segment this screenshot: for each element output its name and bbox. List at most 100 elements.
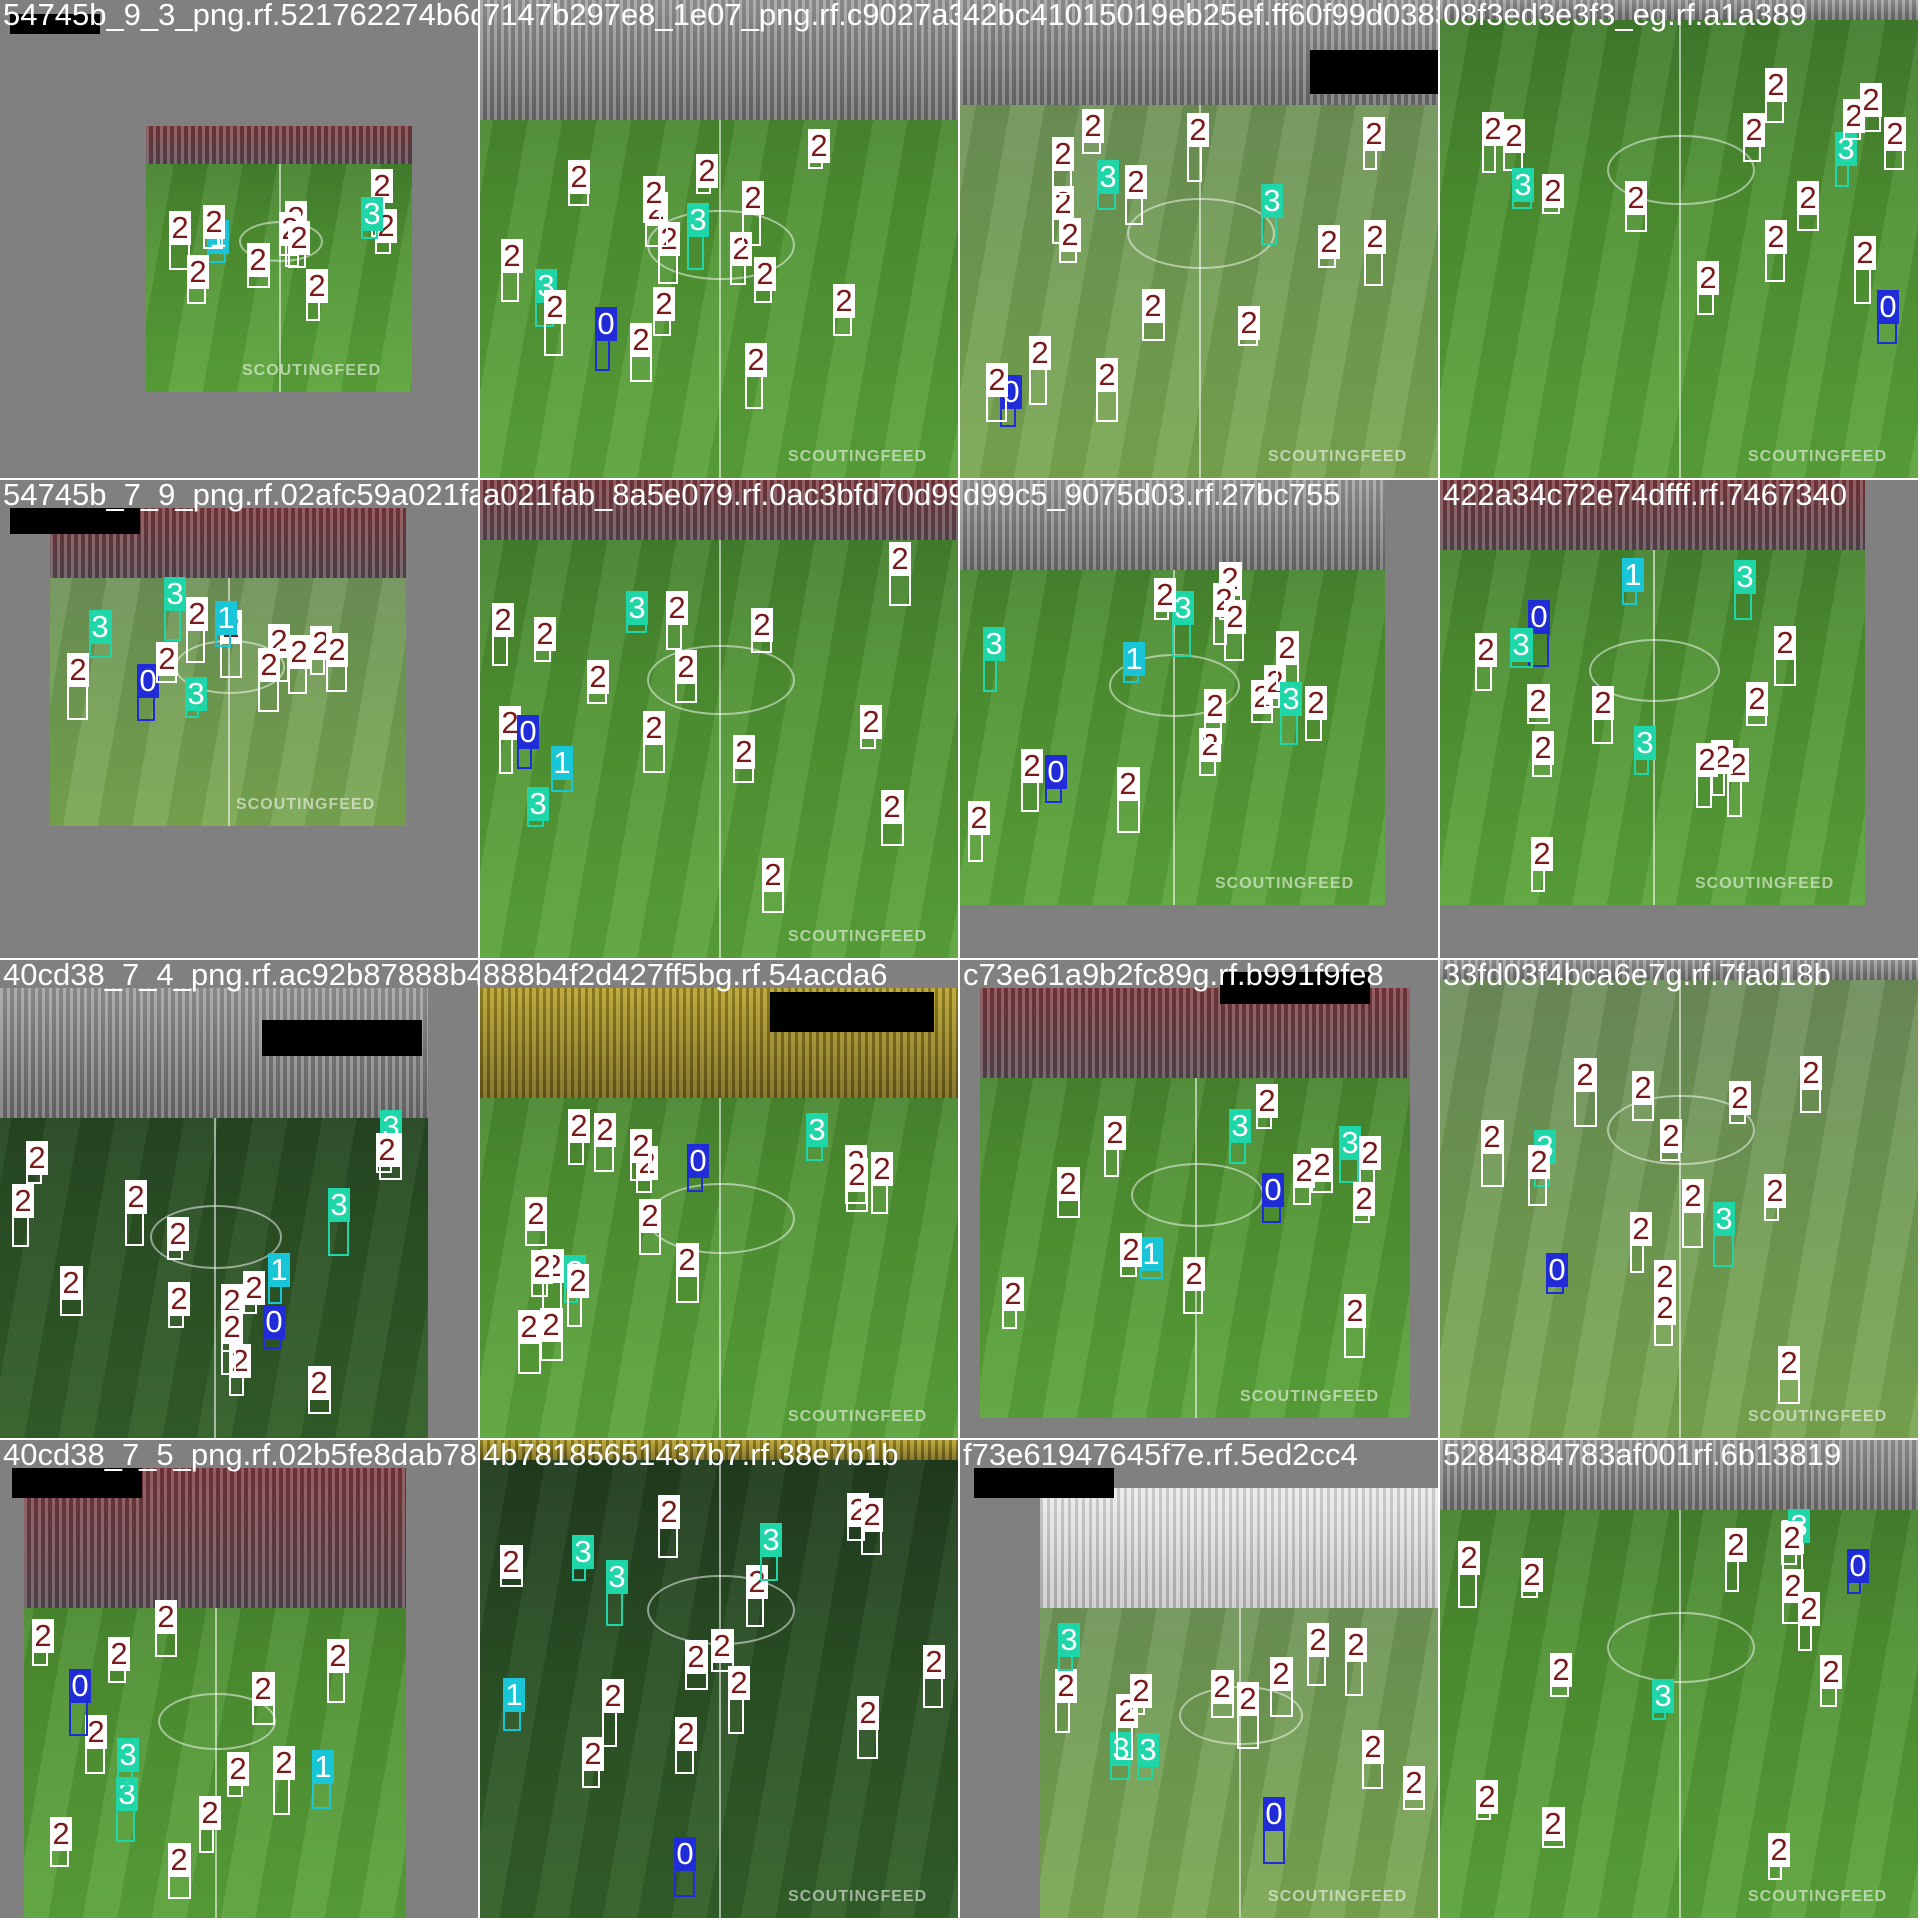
class-label: 2	[60, 1266, 82, 1300]
detection-box-class-2: 2	[968, 801, 990, 862]
class-label: 2	[685, 1640, 707, 1674]
detection-box-class-1: 1	[215, 601, 237, 647]
detection-box-class-0: 0	[517, 715, 539, 769]
detection-box-class-3: 3	[116, 1777, 138, 1842]
watermark: SCOUTINGFEED	[788, 1408, 928, 1425]
class-label: 2	[1527, 684, 1549, 718]
class-label: 3	[1339, 1126, 1361, 1160]
watermark: SCOUTINGFEED	[1268, 1888, 1408, 1905]
class-label: 2	[1528, 1145, 1550, 1179]
detection-box-class-3: 3	[89, 610, 112, 658]
detection-box-class-2: 2	[1305, 686, 1327, 741]
detection-box-class-2: 2	[1104, 1116, 1126, 1177]
detection-box-class-2: 2	[567, 1264, 589, 1327]
class-label: 2	[1781, 1521, 1803, 1555]
class-label: 2	[1765, 220, 1787, 254]
detection-box-class-2: 2	[288, 635, 310, 694]
class-label: 2	[1238, 306, 1260, 340]
detection-box-class-2: 2	[871, 1152, 893, 1214]
class-label: 2	[1774, 626, 1796, 660]
detection-box-class-0: 0	[263, 1305, 285, 1349]
halfway-line	[1239, 1608, 1241, 1918]
detection-box-class-2: 2	[1055, 1669, 1077, 1733]
class-label: 3	[1734, 560, 1756, 594]
detection-box-class-2: 2	[1746, 682, 1768, 726]
detection-box-class-2: 2	[531, 1250, 553, 1297]
detection-box-class-2: 2	[252, 1672, 275, 1725]
detection-box-class-2: 2	[676, 1243, 699, 1303]
class-label: 3	[328, 1188, 350, 1222]
class-label: 2	[630, 1129, 652, 1163]
watermark: SCOUTINGFEED	[1240, 1388, 1380, 1405]
watermark: SCOUTINGFEED	[788, 448, 928, 465]
detection-box-class-2: 2	[50, 1817, 72, 1867]
detection-box-class-2: 2	[587, 660, 609, 704]
image-tile: SCOUTINGFEED3222202223222222227147b297e8…	[480, 0, 958, 478]
class-label: 2	[1542, 1807, 1564, 1841]
class-label: 3	[572, 1535, 594, 1569]
detection-box-class-2: 2	[1482, 112, 1504, 173]
class-label: 2	[534, 617, 556, 651]
class-label: 2	[26, 1141, 48, 1175]
tile-filename: a021fab_8a5e079.rf.0ac3bfd70d99c5_9	[483, 480, 958, 512]
class-label: 2	[1654, 1291, 1676, 1325]
detection-box-class-2: 2	[1503, 119, 1525, 171]
class-label: 2	[327, 1639, 349, 1673]
class-label: 2	[247, 243, 269, 277]
detection-box-class-2: 2	[696, 154, 718, 194]
detection-box-class-2: 2	[1363, 117, 1385, 170]
stadium-crowd	[146, 126, 412, 164]
detection-box-class-3: 3	[1280, 682, 1302, 745]
watermark: SCOUTINGFEED	[242, 362, 382, 379]
class-label: 2	[1654, 1260, 1676, 1294]
detection-box-class-3: 3	[606, 1560, 628, 1626]
tile-filename: 888b4f2d427ff5bg.rf.54acda6	[483, 960, 888, 992]
class-label: 2	[1117, 767, 1139, 801]
class-label: 2	[871, 1152, 893, 1186]
detection-box-class-2: 2	[1059, 218, 1081, 263]
detection-box-class-3: 3	[1058, 1623, 1080, 1671]
class-label: 2	[1729, 1081, 1751, 1115]
class-label: 2	[1204, 689, 1226, 723]
class-label: 2	[125, 1180, 147, 1214]
tile-filename: f73e61947645f7e.rf.5ed2cc4	[963, 1440, 1358, 1472]
class-label: 2	[751, 608, 773, 642]
class-label: 1	[1140, 1237, 1162, 1271]
image-tile: SCOUTINGFEED3222222322202225284384783af0…	[1440, 1440, 1918, 1918]
tile-filename: d99c5_9075d03.rf.27bc755	[963, 480, 1341, 512]
class-label: 2	[833, 284, 855, 318]
class-label: 3	[164, 577, 186, 611]
detection-box-class-2: 2	[1660, 1119, 1682, 1161]
class-label: 2	[1345, 1628, 1367, 1662]
class-label: 2	[1481, 1120, 1503, 1154]
class-label: 2	[666, 591, 688, 625]
detection-box-class-2: 2	[1521, 1558, 1543, 1598]
detection-box-class-2: 2	[762, 858, 784, 913]
detection-box-class-3: 3	[1229, 1109, 1251, 1164]
detection-box-class-2: 2	[1238, 306, 1260, 346]
detection-box-class-2: 2	[1353, 1182, 1375, 1223]
class-label: 0	[263, 1305, 285, 1339]
detection-box-class-2: 2	[1270, 1657, 1293, 1717]
detection-box-class-2: 2	[1625, 181, 1647, 232]
class-label: 2	[733, 735, 755, 769]
halfway-line	[1679, 1510, 1681, 1918]
class-label: 2	[1697, 261, 1719, 295]
class-label: 2	[288, 221, 310, 255]
class-label: 2	[643, 176, 665, 210]
image-tile: SCOUTINGFEED322222232222022222888b4f2d42…	[480, 960, 958, 1438]
tile-filename: 54745b_9_3_png.rf.521762274b6d9e8d40007e…	[3, 0, 478, 32]
detection-box-class-2: 2	[1052, 137, 1074, 195]
detection-box-class-0: 0	[1847, 1549, 1869, 1594]
detection-box-class-3: 3	[760, 1523, 782, 1581]
class-label: 0	[1045, 755, 1067, 789]
tile-filename: 7147b297e8_1e07_png.rf.c9027a3dc1341519e…	[483, 0, 958, 32]
image-tile: SCOUTINGFEED 1 3 2 2 2 0 2 3 2 2 2 2 2 2 2 c73e61a9b2fc8…	[960, 960, 1438, 1438]
class-label: 2	[32, 1619, 54, 1653]
detection-box-class-2: 2	[327, 1639, 349, 1703]
detection-box-class-2: 2	[602, 1679, 624, 1747]
detection-box-class-2: 2	[310, 626, 332, 675]
class-label: 2	[594, 1113, 616, 1147]
class-label: 2	[1125, 165, 1147, 199]
redaction-block	[770, 992, 934, 1032]
